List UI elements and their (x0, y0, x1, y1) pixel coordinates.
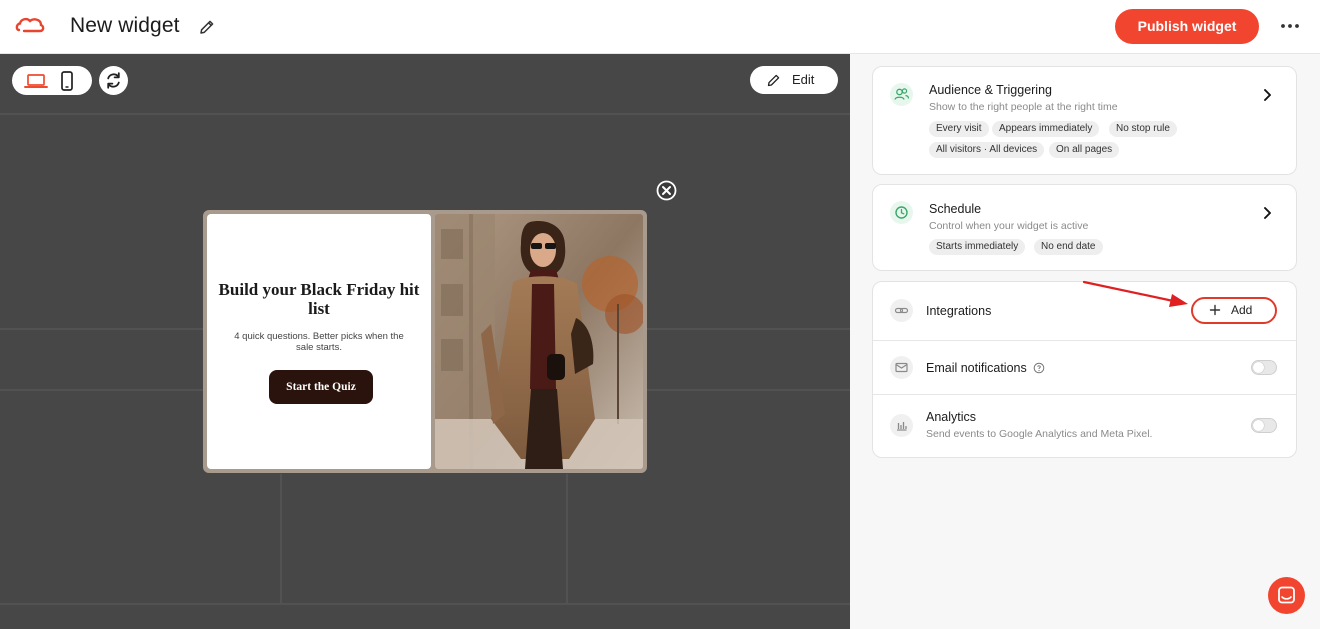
users-icon (890, 83, 913, 106)
refresh-button[interactable] (99, 66, 128, 95)
chip: On all pages (1049, 142, 1120, 158)
integrations-title: Integrations (926, 304, 992, 318)
add-integration-button[interactable]: Add (1191, 297, 1277, 324)
chip: Appears immediately (992, 121, 1100, 137)
device-toggle (12, 66, 92, 95)
chat-icon (1278, 586, 1295, 604)
chat-support-button[interactable] (1268, 577, 1305, 614)
schedule-card[interactable]: Schedule Control when your widget is act… (872, 184, 1297, 271)
mail-icon (890, 356, 913, 379)
help-circle-icon[interactable] (1033, 362, 1045, 374)
chip: Every visit (929, 121, 989, 137)
grid-line (566, 474, 568, 604)
settings-sidebar: Audience & Triggering Show to the right … (850, 54, 1320, 629)
popup-content-panel: Build your Black Friday hit list 4 quick… (207, 214, 431, 469)
top-bar: New widget Publish widget (0, 0, 1320, 54)
edit-button-label: Edit (792, 72, 815, 87)
card-title: Audience & Triggering (929, 83, 1052, 97)
add-button-label: Add (1231, 303, 1253, 317)
popup-hero-image (435, 214, 643, 469)
toggle-knob (1253, 420, 1264, 431)
toggle-knob (1253, 362, 1264, 373)
email-notifications-toggle[interactable] (1251, 360, 1277, 375)
divider (873, 340, 1296, 341)
pencil-icon (767, 74, 780, 87)
analytics-description: Send events to Google Analytics and Meta… (926, 428, 1153, 440)
laptop-icon[interactable] (23, 70, 49, 92)
refresh-icon (107, 72, 120, 89)
analytics-toggle[interactable] (1251, 418, 1277, 433)
preview-canvas: Edit Build your Black Friday hit list 4 … (0, 54, 850, 629)
chevron-right-icon[interactable] (1260, 88, 1274, 102)
grid-line (280, 474, 282, 604)
popup-heading: Build your Black Friday hit list (218, 280, 420, 318)
close-popup-icon[interactable] (656, 180, 677, 201)
widget-popup-preview[interactable]: Build your Black Friday hit list 4 quick… (203, 210, 647, 473)
edit-button[interactable]: Edit (750, 66, 838, 94)
start-quiz-button[interactable]: Start the Quiz (269, 370, 373, 404)
publish-widget-button[interactable]: Publish widget (1115, 9, 1259, 44)
annotation-arrow-icon (1082, 280, 1188, 307)
card-title: Schedule (929, 202, 982, 216)
clock-icon (890, 201, 913, 224)
audience-triggering-card[interactable]: Audience & Triggering Show to the right … (872, 66, 1297, 175)
more-options-icon[interactable] (1278, 16, 1302, 36)
card-description: Control when your widget is active (929, 220, 1089, 232)
chip: All visitors · All devices (929, 142, 1045, 158)
plus-icon (1209, 304, 1221, 316)
grid-line (0, 113, 850, 115)
fashion-photo (435, 214, 643, 469)
analytics-title: Analytics (926, 410, 977, 424)
divider (873, 394, 1296, 395)
chip: Starts immediately (929, 239, 1026, 255)
link-icon (890, 299, 913, 322)
popup-subtext: 4 quick questions. Better picks when the… (234, 331, 404, 353)
card-description: Show to the right people at the right ti… (929, 101, 1118, 113)
email-notifications-title: Email notifications (926, 361, 1027, 375)
rename-pencil-icon[interactable] (198, 18, 216, 36)
chip: No end date (1034, 239, 1103, 255)
app-logo-icon[interactable] (15, 15, 45, 37)
chip: No stop rule (1109, 121, 1177, 137)
chevron-right-icon[interactable] (1260, 206, 1274, 220)
mobile-icon[interactable] (54, 70, 80, 92)
widget-title: New widget (70, 14, 180, 37)
grid-line (0, 603, 850, 605)
bar-chart-icon (890, 414, 913, 437)
